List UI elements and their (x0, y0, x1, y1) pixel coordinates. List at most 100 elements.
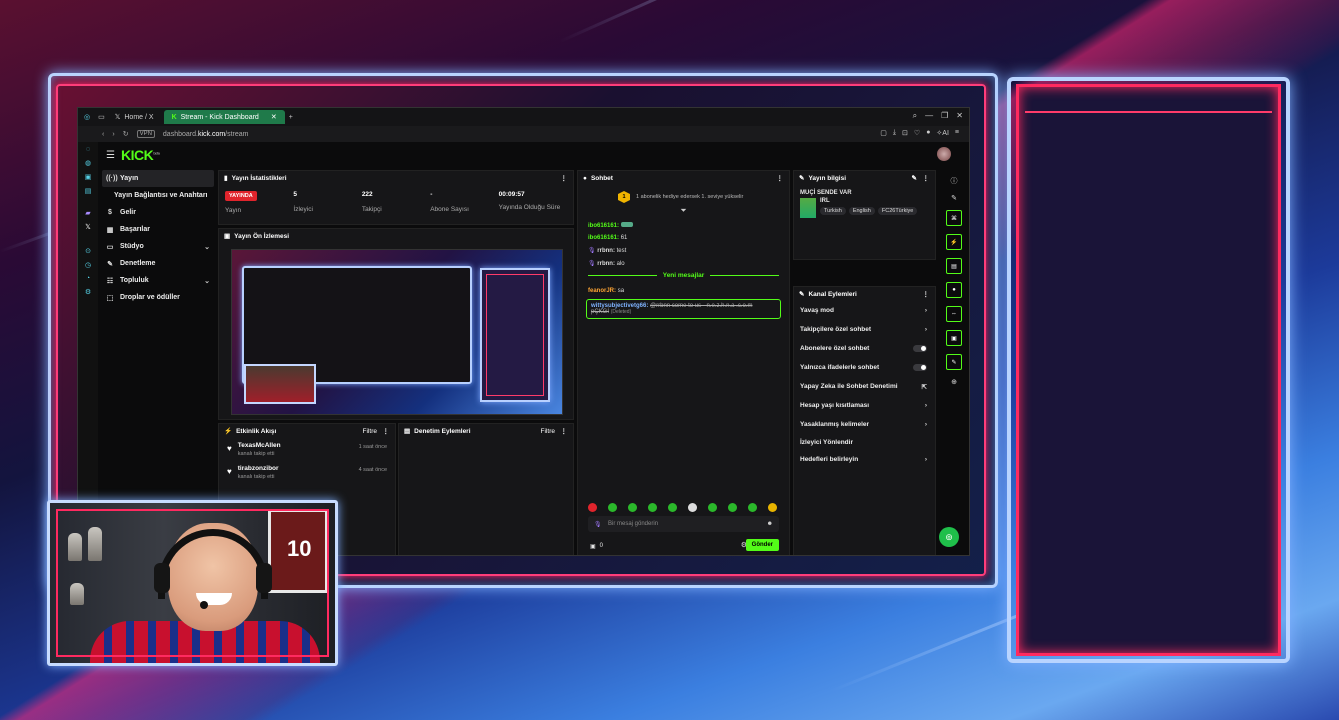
sidebar-app-icon[interactable]: ⊙ (85, 247, 91, 255)
pin-icon: ✎ (799, 175, 805, 182)
quick-action-button[interactable]: ● (946, 282, 962, 298)
nav-item-topluluk[interactable]: ☷ Topluluk ⌄ (102, 272, 214, 289)
history-icon[interactable]: ◷ (85, 261, 91, 269)
panel-title: Etkinlik Akışı (236, 427, 277, 435)
vpn-badge[interactable]: VPN (136, 130, 155, 138)
toggle-switch[interactable] (913, 364, 927, 371)
stream-preview-video[interactable] (231, 249, 563, 415)
emote-icon[interactable] (668, 503, 677, 512)
more-options-icon[interactable]: ⋮ (561, 174, 568, 182)
kick-logo[interactable]: KICKbeta (121, 147, 160, 163)
emote-icon[interactable] (628, 503, 637, 512)
back-icon[interactable]: ‹ (102, 131, 104, 138)
bookmark-icon[interactable]: ♡ (914, 129, 920, 137)
quick-action-button[interactable]: ▣ (946, 330, 962, 346)
tag-chip[interactable]: FC26Türkiye (877, 207, 918, 215)
quick-action-button[interactable]: ⚡ (946, 234, 962, 250)
menu-icon[interactable]: ≡ (955, 129, 959, 137)
row-followers-only[interactable]: Takipçilere özel sohbet › (794, 320, 935, 339)
url-field[interactable]: dashboard.kick.com/stream (163, 131, 249, 138)
browser-sidebar: ◌ ◍ ▣ ▤ ▰ 𝕏 ⊙ ◷ ◔ ⚙ (78, 142, 98, 555)
filter-button[interactable]: Filtre (363, 428, 377, 435)
activity-item: ♥ tirabzonzibor kanalı takip etti 4 saat … (227, 465, 387, 480)
tab-x-home[interactable]: 𝕏 Home / X (107, 110, 162, 124)
sidebar-app-icon[interactable]: ◌ (86, 146, 90, 153)
nav-item-studyo[interactable]: ▭ Stüdyo ⌄ (102, 238, 214, 255)
forward-icon[interactable]: › (112, 131, 114, 138)
row-banned-words[interactable]: Yasaklanmış kelimeler › (794, 415, 935, 434)
tabs-icon[interactable]: ▭ (98, 113, 105, 121)
row-raid[interactable]: İzleyici Yönlendir (794, 434, 935, 450)
hamburger-menu-icon[interactable]: ☰ (106, 150, 115, 161)
pencil-icon[interactable]: ✎ (951, 194, 957, 202)
emote-icon[interactable] (648, 503, 657, 512)
emote-icon[interactable] (728, 503, 737, 512)
settings-icon[interactable]: ⚙ (85, 288, 91, 296)
row-emotes-only[interactable]: Yalnızca ifadelerle sohbet (794, 358, 935, 377)
send-button[interactable]: Gönder (745, 539, 779, 551)
more-options-icon[interactable]: ⋮ (383, 427, 390, 435)
filter-button[interactable]: Filtre (541, 428, 555, 435)
nav-item-stream-key[interactable]: Yayın Bağlantısı ve Anahtarı (102, 187, 214, 204)
quick-action-button[interactable]: ⇔ (946, 306, 962, 322)
nav-item-yayin[interactable]: ((·)) Yayın (102, 170, 214, 187)
sidebar-app-icon[interactable]: ◍ (85, 159, 91, 167)
add-action-icon[interactable]: ⊕ (951, 378, 957, 386)
twitch-icon[interactable]: ▰ (85, 209, 90, 217)
ai-icon[interactable]: ✧AI (936, 129, 948, 137)
user-avatar[interactable] (937, 147, 951, 161)
edit-icon[interactable]: ✎ (912, 174, 917, 182)
quick-action-button[interactable]: ▤ (946, 258, 962, 274)
category-name: IRL (820, 198, 830, 204)
minimize-icon[interactable]: — (925, 111, 933, 121)
quick-action-button[interactable]: ✎ (946, 354, 962, 370)
nav-item-gelir[interactable]: $ Gelir (102, 204, 214, 221)
search-icon[interactable]: ⌕ (913, 111, 917, 121)
extension-icon[interactable]: ▢ (880, 129, 887, 137)
browser-logo-icon[interactable]: ◎ (84, 113, 90, 121)
browser-window: ◎ ▭ 𝕏 Home / X K Stream - Kick Dashboard… (77, 107, 970, 556)
help-button[interactable]: ⊚ (939, 527, 959, 547)
reload-icon[interactable]: ↻ (123, 130, 129, 138)
sidebar-app-icon[interactable]: ▣ (85, 173, 92, 181)
row-ai-moderation[interactable]: Yapay Zeka ile Sohbet Denetimi ⇱ (794, 377, 935, 396)
more-options-icon[interactable]: ⋮ (777, 174, 784, 182)
more-options-icon[interactable]: ⋮ (923, 174, 930, 182)
maximize-icon[interactable]: ❐ (941, 111, 948, 121)
row-subscribers-only[interactable]: Abonelere özel sohbet (794, 339, 935, 358)
screenshot-icon[interactable]: ⊡ (902, 129, 908, 137)
tab-kick-dashboard[interactable]: K Stream - Kick Dashboard ✕ (163, 110, 285, 124)
nav-item-basarilar[interactable]: ▦ Başarılar (102, 221, 214, 238)
sidebar-app-icon[interactable]: ▤ (85, 187, 92, 195)
emoji-icon[interactable]: ☻ (767, 521, 773, 527)
toggle-switch[interactable] (913, 345, 927, 352)
more-options-icon[interactable]: ⋮ (561, 427, 568, 435)
more-options-icon[interactable]: ⋮ (923, 290, 930, 298)
row-account-age[interactable]: Hesap yaşı kısıtlaması › (794, 396, 935, 415)
sidebar-app-icon[interactable]: ◔ (86, 275, 90, 282)
emote-icon[interactable] (588, 503, 597, 512)
emote-icon[interactable] (608, 503, 617, 512)
close-window-icon[interactable]: ✕ (956, 111, 963, 121)
profile-icon[interactable]: ● (926, 129, 930, 137)
emote-icon[interactable] (688, 503, 697, 512)
row-slow-mode[interactable]: Yavaş mod › (794, 301, 935, 320)
quick-action-button[interactable]: ⌘ (946, 210, 962, 226)
chat-input[interactable]: 🎙 Bir mesaj gönderin ☻ (588, 516, 779, 532)
tag-chip[interactable]: Turkish (820, 207, 846, 215)
emote-icon[interactable] (748, 503, 757, 512)
tag-chip[interactable]: English (848, 207, 875, 215)
info-icon[interactable]: ⓘ (951, 176, 958, 186)
download-icon[interactable]: ⤓ (893, 129, 896, 137)
side-overlay-panel (1016, 84, 1281, 656)
emote-icon[interactable] (708, 503, 717, 512)
points-counter[interactable]: ▣ 0 (590, 543, 603, 550)
new-tab-icon[interactable]: + (289, 114, 293, 121)
x-logo-icon[interactable]: 𝕏 (85, 223, 91, 231)
collapse-icon[interactable]: ⏷ (578, 206, 789, 216)
nav-item-denetleme[interactable]: ✎ Denetleme (102, 255, 214, 272)
emote-icon[interactable] (768, 503, 777, 512)
nav-item-droplar[interactable]: ⬚ Droplar ve ödüller (102, 289, 214, 306)
close-tab-icon[interactable]: ✕ (271, 113, 277, 121)
row-goals[interactable]: Hedefleri belirleyin › (794, 450, 935, 469)
